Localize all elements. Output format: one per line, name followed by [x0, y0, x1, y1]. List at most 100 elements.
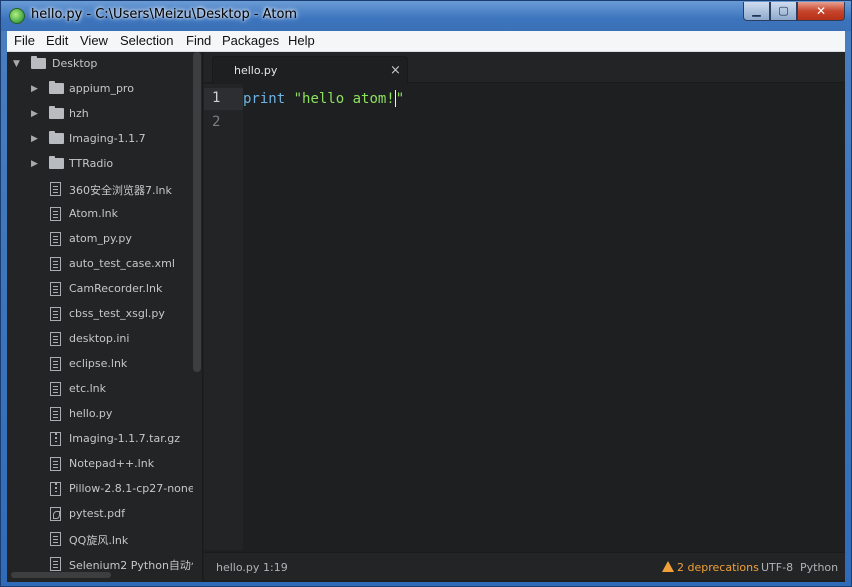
tree-item-label: hello.py	[69, 407, 113, 420]
tree-root-desktop[interactable]: ▼ Desktop	[7, 52, 193, 77]
warning-icon	[662, 561, 674, 572]
menu-selection[interactable]: Selection	[120, 33, 173, 48]
tree-item-label: hzh	[69, 107, 89, 120]
workspace: ▼ Desktop ▶ appium_pro ▶ hzh ▶ Imaging-1…	[7, 52, 845, 582]
chevron-right-icon[interactable]: ▶	[31, 134, 41, 144]
file-icon	[50, 457, 61, 471]
folder-icon	[31, 56, 46, 69]
file-icon	[50, 357, 61, 371]
tree-item-label: TTRadio	[69, 157, 114, 170]
tree-item-label: etc.lnk	[69, 382, 107, 395]
minimize-button[interactable]: ▁	[743, 2, 770, 21]
file-icon	[50, 257, 61, 271]
menu-packages[interactable]: Packages	[222, 33, 279, 48]
folder-icon	[49, 106, 64, 119]
chevron-right-icon[interactable]: ▶	[31, 159, 41, 169]
tab-hello-py[interactable]: hello.py ×	[212, 56, 408, 84]
tree-file-auto-test-case[interactable]: auto_test_case.xml	[7, 252, 193, 277]
maximize-button[interactable]: ▢	[770, 2, 797, 21]
status-encoding[interactable]: UTF-8	[761, 561, 793, 574]
folder-icon	[49, 81, 64, 94]
file-icon	[50, 282, 61, 296]
file-icon	[50, 182, 61, 196]
window-title: hello.py - C:\Users\Meizu\Desktop - Atom	[31, 7, 298, 22]
line-number-gutter	[204, 84, 243, 550]
zip-icon	[50, 482, 61, 496]
status-cursor-position[interactable]: 1:19	[263, 561, 288, 574]
tree-file-camrecorder[interactable]: CamRecorder.lnk	[7, 277, 193, 302]
tree-item-label: QQ旋风.lnk	[69, 534, 129, 547]
tree-view: ▼ Desktop ▶ appium_pro ▶ hzh ▶ Imaging-1…	[7, 52, 203, 582]
folder-icon	[49, 156, 64, 169]
tree-folder-imaging[interactable]: ▶ Imaging-1.1.7	[7, 127, 193, 152]
tree-horizontal-scrollbar[interactable]	[11, 572, 111, 578]
tree-file-atom-lnk[interactable]: Atom.lnk	[7, 202, 193, 227]
menu-help[interactable]: Help	[288, 33, 315, 48]
tree-item-label: desktop.ini	[69, 332, 130, 345]
close-button[interactable]: ✕	[797, 2, 845, 21]
tree-item-label: Atom.lnk	[69, 207, 118, 220]
tree-file-pytest-pdf[interactable]: pytest.pdf	[7, 502, 193, 527]
file-icon	[50, 532, 61, 546]
tree-item-label: appium_pro	[69, 82, 134, 95]
code-line[interactable]: print "hello atom!"	[243, 88, 404, 110]
tree-file-atom-py[interactable]: atom_py.py	[7, 227, 193, 252]
menu-edit[interactable]: Edit	[46, 33, 68, 48]
tree-file-hello-py[interactable]: hello.py	[7, 402, 193, 427]
folder-icon	[49, 131, 64, 144]
atom-window: hello.py - C:\Users\Meizu\Desktop - Atom…	[0, 0, 852, 587]
tree-item-label: Imaging-1.1.7	[69, 132, 146, 145]
file-icon	[50, 332, 61, 346]
code-keyword: print	[243, 91, 286, 107]
code-string: "hello atom!	[293, 91, 395, 107]
tree-file-imaging-tar[interactable]: Imaging-1.1.7.tar.gz	[7, 427, 193, 452]
tree-item-label: Imaging-1.1.7.tar.gz	[69, 432, 180, 445]
tree-folder-hzh[interactable]: ▶ hzh	[7, 102, 193, 127]
tree-file-360-lnk[interactable]: 360安全浏览器7.lnk	[7, 177, 193, 202]
tree-file-desktop-ini[interactable]: desktop.ini	[7, 327, 193, 352]
tree-item-label: auto_test_case.xml	[69, 257, 175, 270]
tree-vertical-scrollbar[interactable]	[193, 52, 201, 372]
tree-folder-appium-pro[interactable]: ▶ appium_pro	[7, 77, 193, 102]
chevron-down-icon[interactable]: ▼	[13, 59, 23, 69]
tree-file-pillow[interactable]: Pillow-2.8.1-cp27-none-w	[7, 477, 193, 502]
chevron-right-icon[interactable]: ▶	[31, 84, 41, 94]
tree-file-notepad-lnk[interactable]: Notepad++.lnk	[7, 452, 193, 477]
tree-item-label: Desktop	[52, 57, 98, 70]
atom-app-icon[interactable]	[9, 8, 25, 24]
code-string-close: "	[395, 91, 405, 107]
menu-view[interactable]: View	[80, 33, 108, 48]
title-bar[interactable]: hello.py - C:\Users\Meizu\Desktop - Atom…	[1, 1, 851, 31]
tree-item-label: 360安全浏览器7.lnk	[69, 184, 172, 197]
line-number: 1	[212, 90, 221, 106]
tree-item-label: Pillow-2.8.1-cp27-none-w	[69, 482, 193, 495]
tab-close-icon[interactable]: ×	[390, 63, 401, 78]
file-icon	[50, 232, 61, 246]
tree-item-label: Notepad++.lnk	[69, 457, 155, 470]
tree-item-label: atom_py.py	[69, 232, 132, 245]
tab-bar: hello.py ×	[204, 52, 845, 84]
menu-find[interactable]: Find	[186, 33, 211, 48]
chevron-right-icon[interactable]: ▶	[31, 109, 41, 119]
tree-item-label: Selenium2 Python自动化	[69, 559, 193, 572]
tree-file-etc-lnk[interactable]: etc.lnk	[7, 377, 193, 402]
menu-bar: File Edit View Selection Find Packages H…	[7, 31, 845, 52]
status-bar: hello.py 1:19 2 deprecations UTF-8 Pytho…	[204, 552, 845, 580]
status-deprecations[interactable]: 2 deprecations	[662, 561, 759, 574]
tree-file-qq-lnk[interactable]: QQ旋风.lnk	[7, 527, 193, 552]
file-icon	[50, 407, 61, 421]
status-grammar[interactable]: Python	[800, 561, 838, 574]
tree-item-label: cbss_test_xsgl.py	[69, 307, 165, 320]
zip-icon	[50, 432, 61, 446]
menu-file[interactable]: File	[14, 33, 35, 48]
tree-folder-ttradio[interactable]: ▶ TTRadio	[7, 152, 193, 177]
tree-item-label: pytest.pdf	[69, 507, 125, 520]
tree-file-eclipse-lnk[interactable]: eclipse.lnk	[7, 352, 193, 377]
status-file[interactable]: hello.py	[216, 561, 259, 574]
deprecations-label: 2 deprecations	[677, 561, 759, 574]
tree-file-cbss-test[interactable]: cbss_test_xsgl.py	[7, 302, 193, 327]
tab-title: hello.py	[234, 64, 278, 77]
file-icon	[50, 307, 61, 321]
tree-item-label: eclipse.lnk	[69, 357, 128, 370]
